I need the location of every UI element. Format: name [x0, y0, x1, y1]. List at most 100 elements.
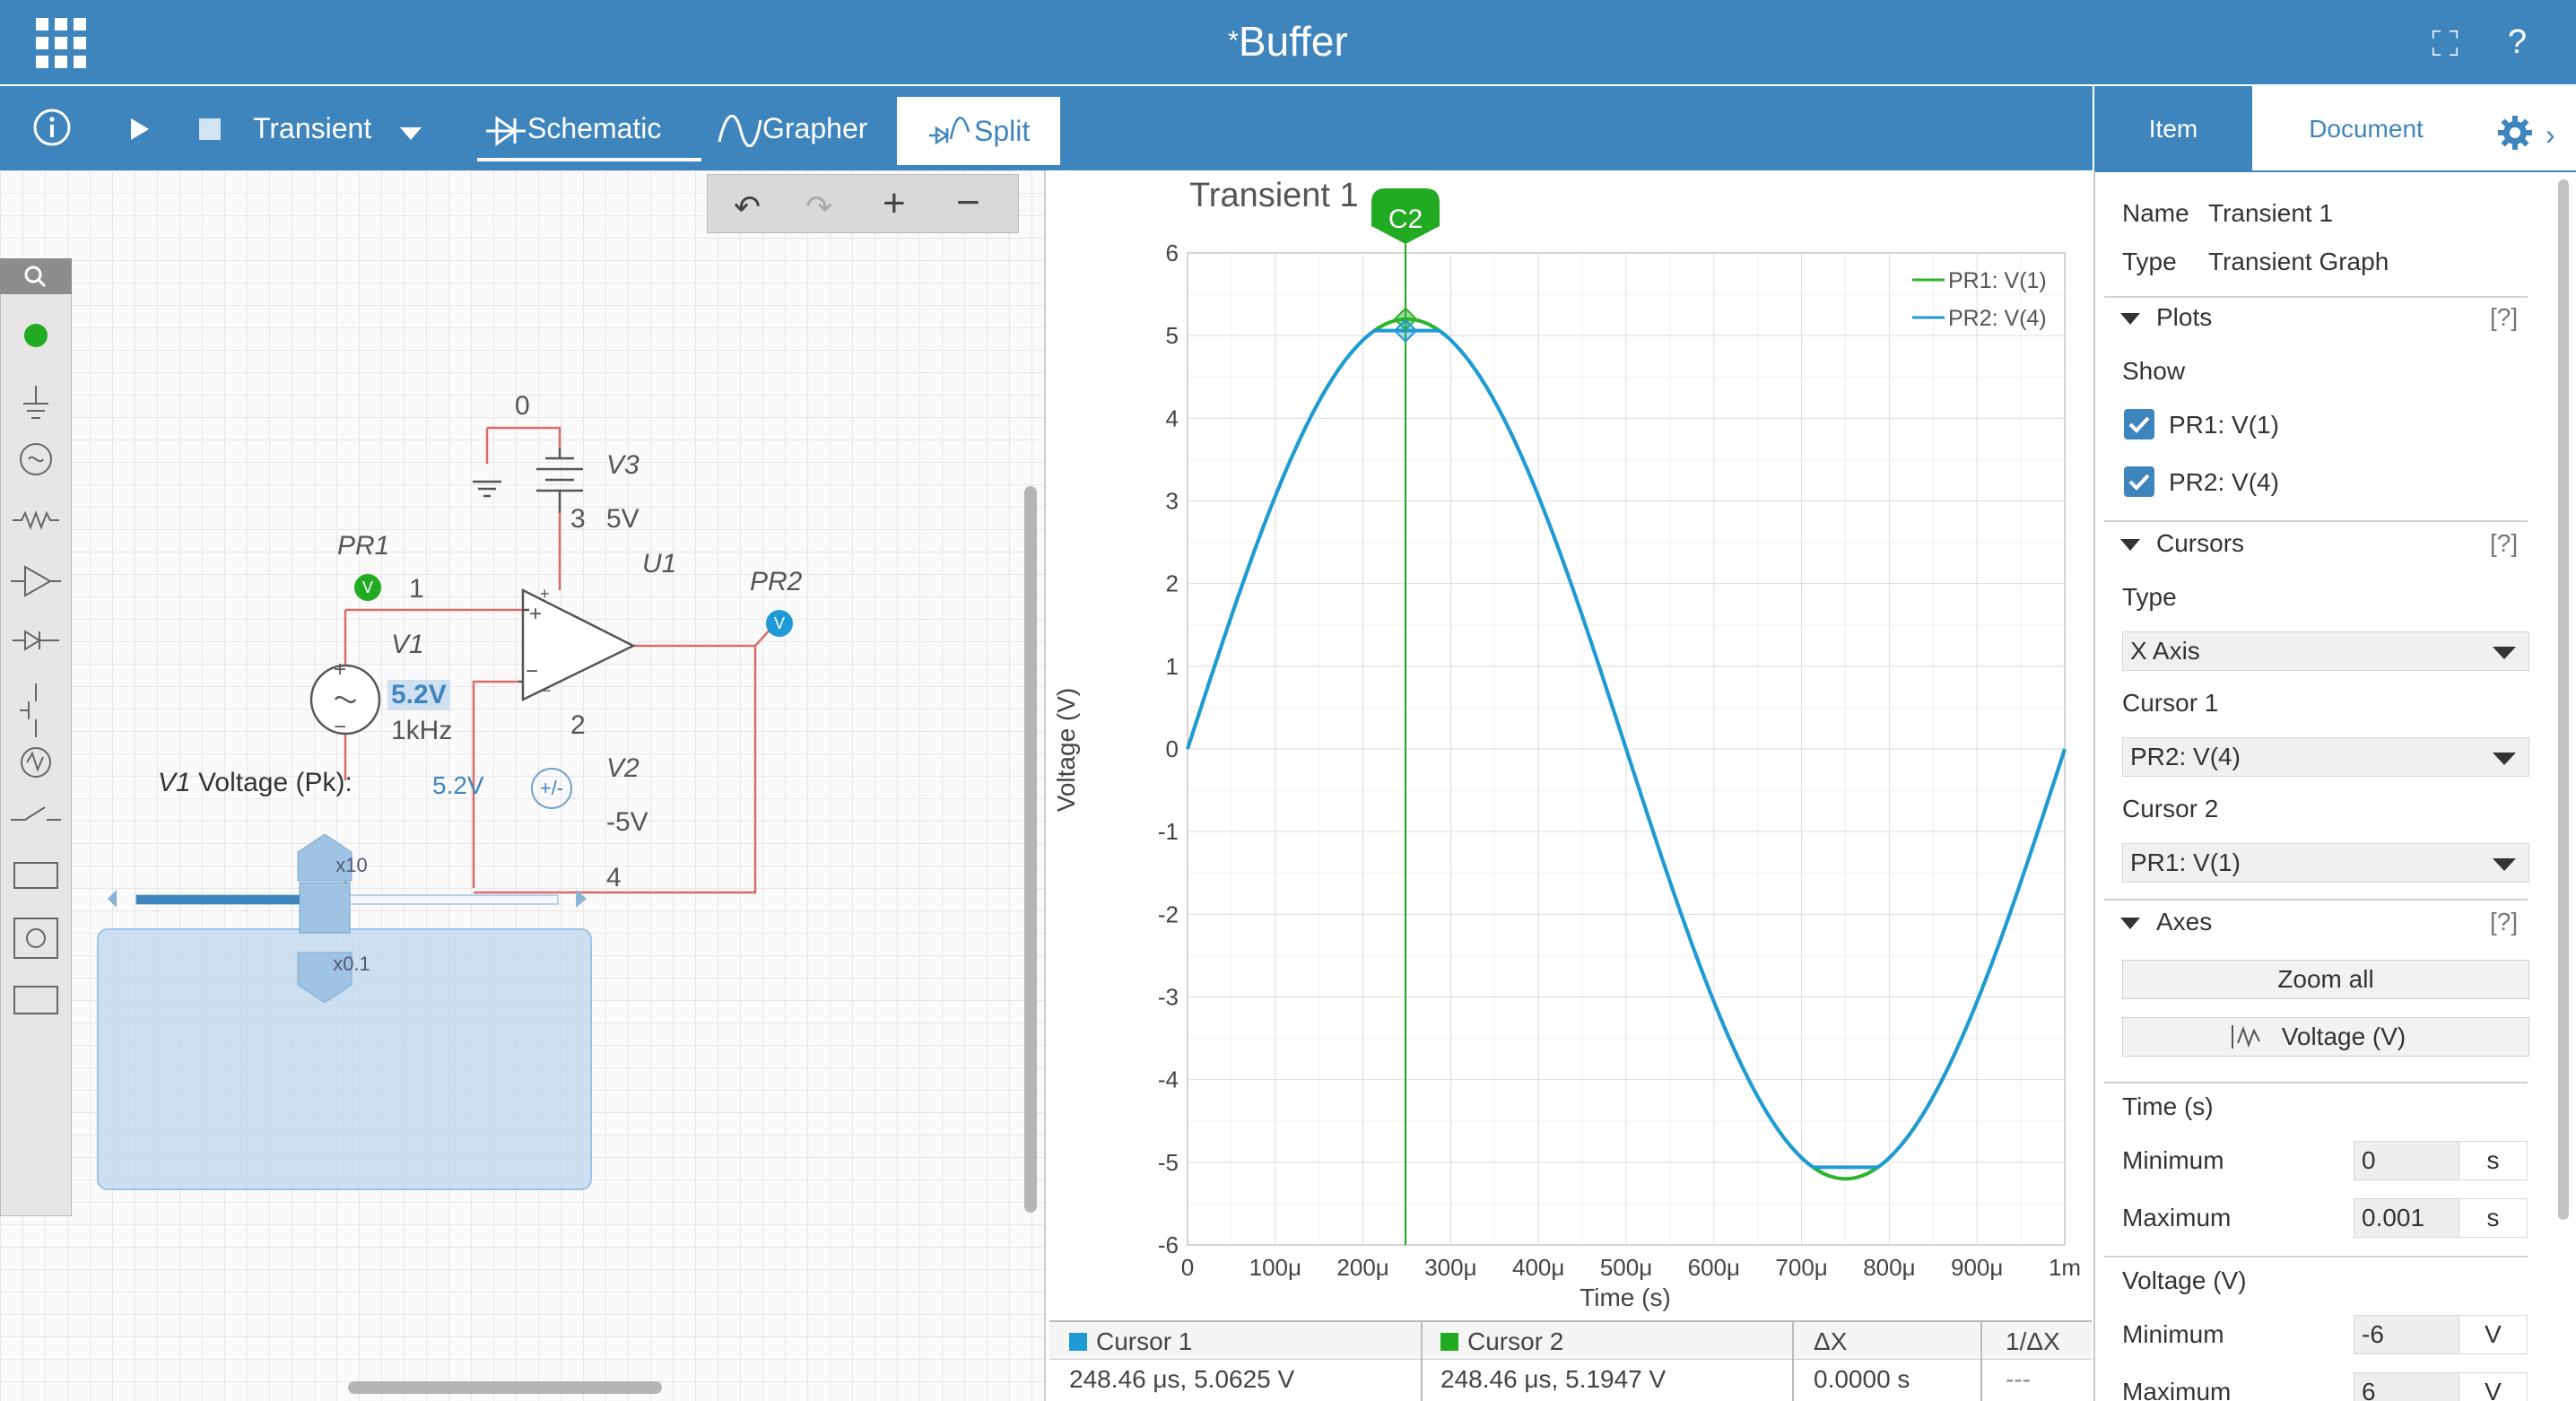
analysis-mode-label: Transient [253, 112, 372, 144]
collapse-icon [2120, 918, 2140, 930]
axes-section-header[interactable]: Axes [2120, 908, 2212, 936]
fullscreen-icon[interactable] [2431, 29, 2459, 57]
document-title: *Buffer [0, 0, 2576, 84]
part-v2-value: -5V [606, 807, 648, 837]
axes-header-text: Axes [2156, 908, 2213, 935]
type-label: Type [2122, 248, 2177, 275]
info-icon[interactable] [32, 108, 72, 147]
plot-label-pr2: PR2: V(4) [2169, 468, 2279, 496]
value-inverse-delta-x: --- [2006, 1365, 2031, 1393]
chevron-down-icon [2493, 753, 2516, 765]
cursor2-select[interactable]: PR1: V(1) [2122, 843, 2529, 883]
schematic-canvas[interactable]: ↶ ↷ + − + − + − + − V V 0 1 2 3 4 V3 5V … [0, 170, 1044, 1401]
gear-icon[interactable] [2497, 115, 2533, 155]
y-tick-label: 1 [1166, 653, 1179, 680]
cursor-type-value: X Axis [2130, 637, 2200, 665]
axes-help-link[interactable]: [?] [2490, 908, 2518, 936]
part-v1-label: V1 [391, 630, 424, 659]
volt-min-label: Minimum [2122, 1320, 2224, 1348]
transient-chart[interactable]: 0 100μ 200μ 300μ 400μ 500μ 600μ 700μ 800μ 900μ 1m 6… [1046, 170, 2092, 1320]
header-cursor2: Cursor 2 [1467, 1327, 1564, 1355]
x-tick-label: 700μ [1775, 1254, 1827, 1281]
probe-pr1[interactable]: V [354, 574, 381, 601]
chevron-down-icon[interactable] [400, 127, 422, 140]
voltage-axis-button[interactable]: Voltage (V) [2122, 1017, 2529, 1057]
help-icon[interactable]: ? [2508, 23, 2527, 62]
cursor1-select[interactable]: PR2: V(4) [2122, 737, 2529, 777]
volt-min-unit: V [2459, 1315, 2528, 1354]
plots-section-header[interactable]: Plots [2120, 303, 2212, 332]
plots-help-link[interactable]: [?] [2490, 303, 2518, 332]
horizontal-scrollbar[interactable] [348, 1381, 662, 1394]
part-v3-value: 5V [606, 504, 640, 534]
plot-label-pr1: PR1: V(1) [2169, 411, 2279, 439]
cursors-help-link[interactable]: [?] [2490, 529, 2518, 558]
x01-button[interactable]: x0.1 [325, 953, 379, 976]
plot-checkbox-pr2[interactable] [2124, 466, 2154, 497]
graph-area[interactable]: 0 100μ 200μ 300μ 400μ 500μ 600μ 700μ 800μ 900μ 1m 6… [1046, 170, 2092, 1401]
time-min-input[interactable]: 0 [2354, 1141, 2459, 1180]
section-divider [2104, 296, 2528, 298]
x-tick-label: 100μ [1249, 1254, 1301, 1281]
net-label-4: 4 [606, 863, 622, 892]
net-label-3: 3 [570, 504, 586, 534]
plots-header-text: Plots [2156, 303, 2213, 331]
x-tick-label: 1m [2049, 1254, 2081, 1281]
checkmark-icon [2128, 474, 2150, 491]
title-text: Buffer [1238, 18, 1348, 65]
analysis-mode-select[interactable]: Transient [253, 86, 371, 170]
grapher-label: Grapher [762, 112, 868, 144]
tab-grapher[interactable]: Grapher [718, 86, 867, 170]
y-tick-label: -5 [1158, 1149, 1179, 1176]
section-divider [2104, 1256, 2528, 1257]
value-cursor2: 248.46 μs, 5.1947 V [1440, 1365, 1667, 1393]
chevron-down-icon [2493, 858, 2516, 871]
name-label: Name [2122, 199, 2189, 227]
volt-max-unit: V [2459, 1372, 2528, 1401]
cursors-section-header[interactable]: Cursors [2120, 529, 2244, 558]
net-label-1: 1 [409, 574, 424, 604]
part-v1-amplitude[interactable]: 5.2V [387, 680, 450, 710]
split-label: Split [974, 115, 1031, 147]
time-min-label: Minimum [2122, 1146, 2224, 1174]
tab-split[interactable]: Split [897, 97, 1060, 165]
svg-text:−: − [334, 715, 346, 739]
legend-entry: PR2: V(4) [1948, 306, 2047, 331]
type-value: Transient Graph [2208, 248, 2389, 275]
y-tick-label: 5 [1166, 322, 1179, 349]
zoom-all-button[interactable]: Zoom all [2122, 960, 2529, 999]
cursor2-value: PR1: V(1) [2130, 848, 2241, 876]
svg-text:+: + [334, 657, 346, 682]
cursor1-swatch [1069, 1333, 1087, 1351]
part-v1-frequency: 1kHz [391, 716, 453, 745]
y-tick-label: -1 [1158, 818, 1179, 845]
net-label-0: 0 [515, 391, 530, 421]
y-tick-label: -4 [1158, 1066, 1179, 1093]
section-divider [2104, 1082, 2528, 1083]
part-pr1-label: PR1 [337, 531, 390, 561]
tab-document[interactable]: Document [2260, 86, 2472, 172]
chevron-right-icon[interactable]: › [2546, 118, 2555, 152]
probe-pr2[interactable]: V [766, 610, 793, 637]
column-divider [1980, 1322, 1982, 1401]
volt-max-input[interactable]: 6 [2354, 1372, 2459, 1401]
x-tick-label: 500μ [1600, 1254, 1652, 1281]
part-v3-label: V3 [606, 450, 640, 480]
stop-icon[interactable] [199, 118, 221, 140]
panel-scrollbar[interactable] [2558, 179, 2569, 1220]
run-icon[interactable] [129, 117, 151, 146]
plot-checkbox-pr1[interactable] [2124, 409, 2154, 439]
volt-max-label: Maximum [2122, 1378, 2232, 1401]
cursor-type-select[interactable]: X Axis [2122, 631, 2529, 671]
vertical-scrollbar[interactable] [1024, 486, 1037, 1213]
tab-item[interactable]: Item [2094, 86, 2252, 172]
time-max-input[interactable]: 0.001 [2354, 1198, 2459, 1238]
y-tick-label: -2 [1158, 901, 1179, 927]
sign-toggle-button[interactable]: +/- [531, 768, 572, 809]
cursors-header-text: Cursors [2156, 529, 2245, 557]
x10-button[interactable]: x10 [325, 854, 379, 877]
volt-min-input[interactable]: -6 [2354, 1315, 2459, 1354]
svg-text:+: + [540, 585, 550, 603]
x-tick-label: 900μ [1951, 1254, 2003, 1281]
circuit-wires: + − + − + − [309, 426, 774, 894]
